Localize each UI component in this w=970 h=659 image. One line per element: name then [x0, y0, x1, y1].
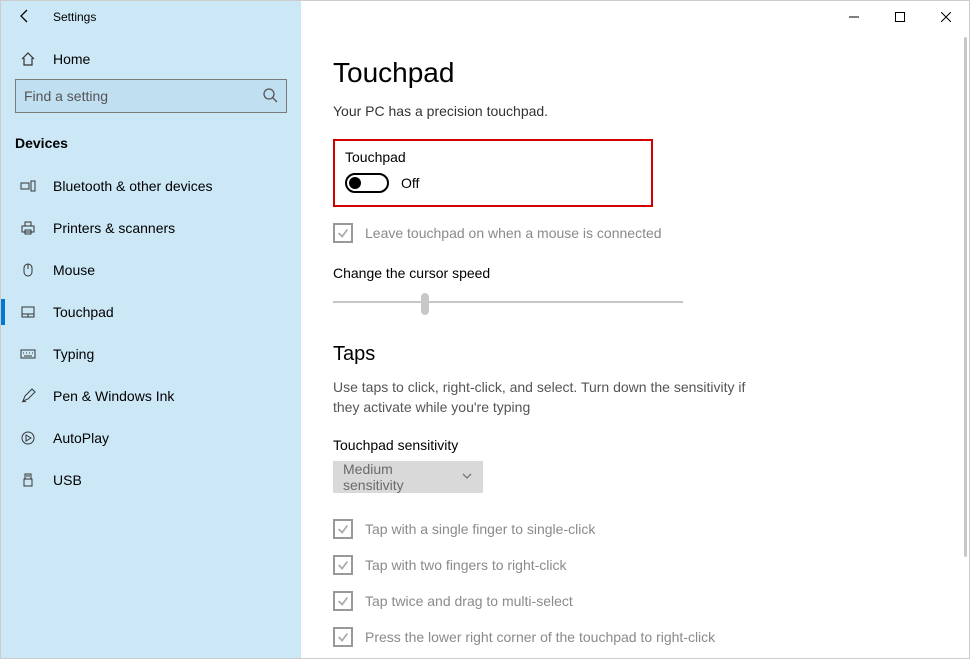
sidebar-item-label: Mouse [53, 262, 95, 278]
sidebar-item-typing[interactable]: Typing [1, 333, 301, 375]
sensitivity-label: Touchpad sensitivity [333, 437, 937, 453]
home-label: Home [53, 51, 90, 67]
touchpad-toggle-highlight: Touchpad Off [333, 139, 653, 207]
tap-option-label: Tap twice and drag to multi-select [365, 593, 573, 609]
precision-text: Your PC has a precision touchpad. [333, 103, 937, 119]
sensitivity-dropdown[interactable]: Medium sensitivity [333, 461, 483, 493]
sensitivity-value: Medium sensitivity [343, 461, 453, 493]
titlebar: Settings [1, 1, 969, 33]
sidebar-item-label: Typing [53, 346, 94, 362]
cursor-speed-slider[interactable] [333, 291, 683, 315]
maximize-button[interactable] [877, 1, 923, 33]
page-title: Touchpad [333, 57, 937, 89]
content-pane: Touchpad Your PC has a precision touchpa… [301, 33, 969, 658]
sidebar-item-bluetooth[interactable]: Bluetooth & other devices [1, 165, 301, 207]
sidebar-item-label: USB [53, 472, 82, 488]
toggle-state: Off [401, 175, 419, 191]
touchpad-icon [19, 303, 37, 321]
tap-option-label: Tap with a single finger to single-click [365, 521, 595, 537]
home-icon [19, 50, 37, 68]
checkbox-icon [333, 627, 353, 647]
tap-option-label: Tap with two fingers to right-click [365, 557, 567, 573]
pen-icon [19, 387, 37, 405]
devices-icon [19, 177, 37, 195]
sidebar-item-usb[interactable]: USB [1, 459, 301, 501]
scrollbar[interactable] [964, 37, 967, 557]
usb-icon [19, 471, 37, 489]
leave-on-label: Leave touchpad on when a mouse is connec… [365, 225, 662, 241]
sidebar-item-label: Touchpad [53, 304, 114, 320]
back-button[interactable] [1, 8, 49, 27]
cursor-speed-label: Change the cursor speed [333, 265, 937, 281]
checkbox-icon [333, 223, 353, 243]
touchpad-toggle[interactable] [345, 173, 389, 193]
toggle-knob [349, 177, 361, 189]
category-header: Devices [1, 123, 301, 165]
leave-touchpad-on-row[interactable]: Leave touchpad on when a mouse is connec… [333, 223, 937, 243]
sidebar-item-label: AutoPlay [53, 430, 109, 446]
slider-track [333, 301, 683, 303]
minimize-button[interactable] [831, 1, 877, 33]
sidebar-item-mouse[interactable]: Mouse [1, 249, 301, 291]
toggle-label: Touchpad [345, 149, 641, 165]
search-input[interactable] [24, 88, 262, 104]
tap-option-row[interactable]: Press the lower right corner of the touc… [333, 627, 937, 647]
chevron-down-icon [461, 469, 473, 485]
tap-option-row[interactable]: Tap with two fingers to right-click [333, 555, 937, 575]
tap-option-row[interactable]: Tap twice and drag to multi-select [333, 591, 937, 611]
home-nav[interactable]: Home [1, 39, 301, 79]
tap-option-row[interactable]: Tap with a single finger to single-click [333, 519, 937, 539]
tap-option-label: Press the lower right corner of the touc… [365, 629, 715, 645]
mouse-icon [19, 261, 37, 279]
slider-thumb[interactable] [421, 293, 429, 315]
sidebar-item-label: Pen & Windows Ink [53, 388, 174, 404]
printer-icon [19, 219, 37, 237]
window-title: Settings [49, 10, 96, 24]
taps-description: Use taps to click, right-click, and sele… [333, 378, 773, 417]
sidebar-item-autoplay[interactable]: AutoPlay [1, 417, 301, 459]
checkbox-icon [333, 519, 353, 539]
sidebar-item-label: Bluetooth & other devices [53, 178, 213, 194]
taps-header: Taps [333, 343, 937, 366]
search-icon [262, 87, 278, 106]
sidebar-item-touchpad[interactable]: Touchpad [1, 291, 301, 333]
sidebar-item-pen[interactable]: Pen & Windows Ink [1, 375, 301, 417]
keyboard-icon [19, 345, 37, 363]
autoplay-icon [19, 429, 37, 447]
checkbox-icon [333, 591, 353, 611]
checkbox-icon [333, 555, 353, 575]
close-button[interactable] [923, 1, 969, 33]
sidebar: Home Devices Bluetooth & other devices [1, 33, 301, 658]
search-box[interactable] [15, 79, 287, 113]
sidebar-item-printers[interactable]: Printers & scanners [1, 207, 301, 249]
sidebar-item-label: Printers & scanners [53, 220, 175, 236]
